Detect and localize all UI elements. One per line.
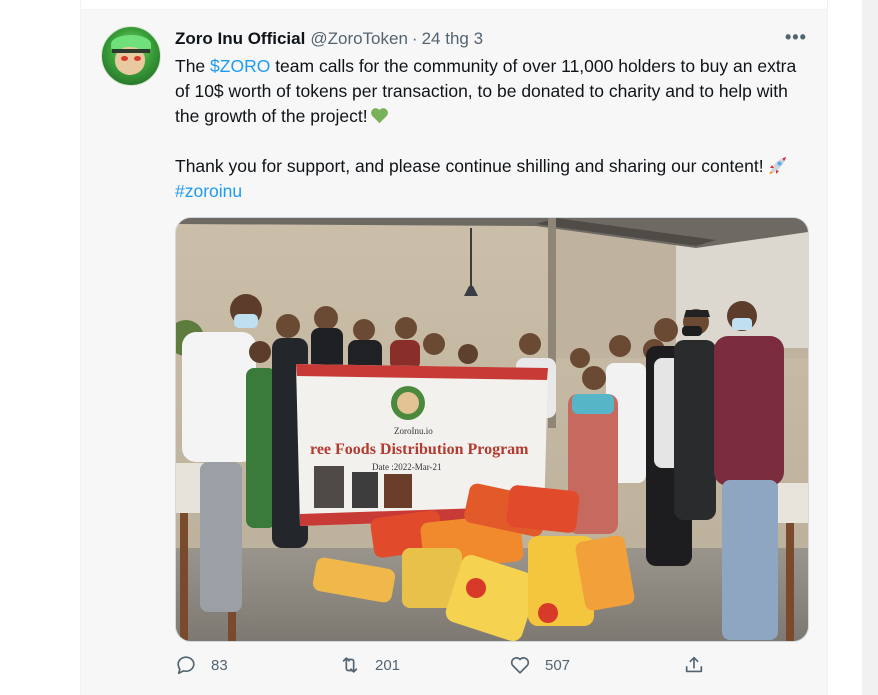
author-handle[interactable]: @ZoroToken	[310, 29, 408, 49]
like-count: 507	[545, 656, 571, 674]
retweet-icon	[342, 657, 358, 673]
reply-count: 83	[211, 656, 228, 674]
tweet-photo[interactable]: ZoroInu.io ree Foods Distribution Progra…	[175, 217, 809, 642]
tweet-paragraph-1: The $ZORO team calls for the community o…	[175, 56, 797, 126]
share-button[interactable]	[683, 654, 705, 676]
header-separator: ·	[411, 29, 418, 48]
avatar[interactable]	[101, 26, 161, 86]
left-gutter	[0, 0, 80, 695]
reply-button[interactable]: 83	[175, 654, 228, 676]
tweet-header: Zoro Inu Official @ZoroToken · 24 thg 3	[175, 28, 483, 50]
more-options-icon[interactable]: •••	[785, 28, 807, 48]
charity-event-photo: ZoroInu.io ree Foods Distribution Progra…	[176, 218, 808, 641]
tweet-date[interactable]: 24 thg 3	[422, 29, 483, 49]
retweet-button[interactable]: 201	[339, 654, 400, 676]
hashtag-link[interactable]: #zoroinu	[175, 181, 242, 201]
cashtag-link[interactable]: $ZORO	[210, 56, 270, 76]
rocket-icon	[768, 157, 786, 174]
tweet-text: The $ZORO team calls for the community o…	[175, 54, 805, 204]
like-button[interactable]: 507	[509, 654, 570, 676]
tweet-actions: 83 201 507	[175, 654, 807, 682]
retweet-count: 201	[375, 656, 401, 674]
banner-brand-text: ZoroInu.io	[394, 426, 433, 436]
banner-date-text: Date :2022-Mar-21	[372, 462, 442, 472]
author-name[interactable]: Zoro Inu Official	[175, 29, 305, 49]
green-heart-icon	[370, 108, 388, 124]
reply-icon	[177, 656, 195, 675]
tweet-paragraph-2: Thank you for support, and please contin…	[175, 154, 805, 204]
banner-title-text: ree Foods Distribution Program	[310, 441, 529, 458]
share-icon	[685, 656, 703, 673]
page-scrollbar[interactable]	[862, 0, 878, 695]
heart-icon	[510, 657, 530, 674]
